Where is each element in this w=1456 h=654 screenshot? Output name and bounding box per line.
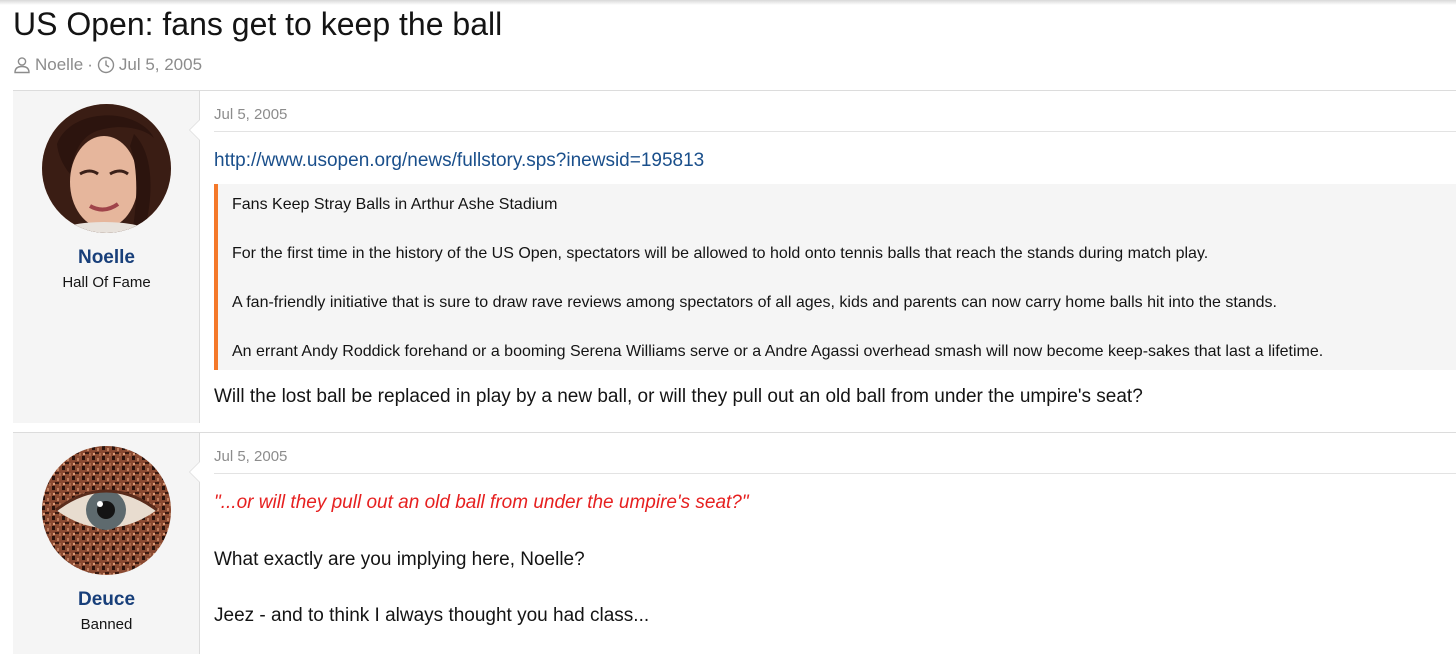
quoted-line: "...or will they pull out an old ball fr… — [214, 492, 749, 513]
top-shadow — [0, 0, 1456, 5]
user-title: Hall Of Fame — [62, 274, 151, 291]
user-icon — [13, 56, 31, 74]
quote-line: A fan-friendly initiative that is sure t… — [232, 294, 1277, 311]
avatar[interactable] — [42, 104, 171, 233]
post-arrow — [189, 461, 200, 483]
username[interactable]: Deuce — [13, 589, 200, 611]
quote-block: Fans Keep Stray Balls in Arthur Ashe Sta… — [214, 184, 1456, 370]
post-arrow — [189, 119, 200, 141]
post-date[interactable]: Jul 5, 2005 — [214, 448, 287, 465]
clock-icon — [97, 56, 115, 74]
user-cell: Deuce Banned — [13, 433, 200, 654]
thread-date-link[interactable]: Jul 5, 2005 — [119, 55, 202, 75]
avatar[interactable] — [42, 446, 171, 575]
post-text: What exactly are you implying here, Noel… — [214, 549, 585, 570]
username[interactable]: Noelle — [13, 247, 200, 269]
quote-line: Fans Keep Stray Balls in Arthur Ashe Sta… — [232, 196, 558, 213]
thread-title: US Open: fans get to keep the ball — [13, 6, 503, 42]
post-date[interactable]: Jul 5, 2005 — [214, 106, 287, 123]
thread-author-link[interactable]: Noelle — [35, 55, 83, 75]
quote-line: For the first time in the history of the… — [232, 245, 1209, 262]
post: Deuce Banned Jul 5, 2005 "...or will the… — [13, 432, 1456, 654]
post-divider — [214, 473, 1456, 474]
user-title: Banned — [80, 616, 133, 633]
post-divider — [214, 131, 1456, 132]
meta-separator: · — [87, 55, 93, 74]
user-cell: Noelle Hall Of Fame — [13, 91, 200, 423]
post-main: Jul 5, 2005 http://www.usopen.org/news/f… — [214, 91, 1456, 423]
post: Noelle Hall Of Fame Jul 5, 2005 http://w… — [13, 90, 1456, 423]
post-text: Will the lost ball be replaced in play b… — [214, 386, 1143, 407]
quote-line: An errant Andy Roddick forehand or a boo… — [232, 343, 1324, 360]
news-link[interactable]: http://www.usopen.org/news/fullstory.sps… — [214, 150, 704, 172]
thread-meta: Noelle · Jul 5, 2005 — [13, 54, 202, 76]
post-main: Jul 5, 2005 "...or will they pull out an… — [214, 433, 1456, 654]
post-text: Jeez - and to think I always thought you… — [214, 605, 650, 626]
